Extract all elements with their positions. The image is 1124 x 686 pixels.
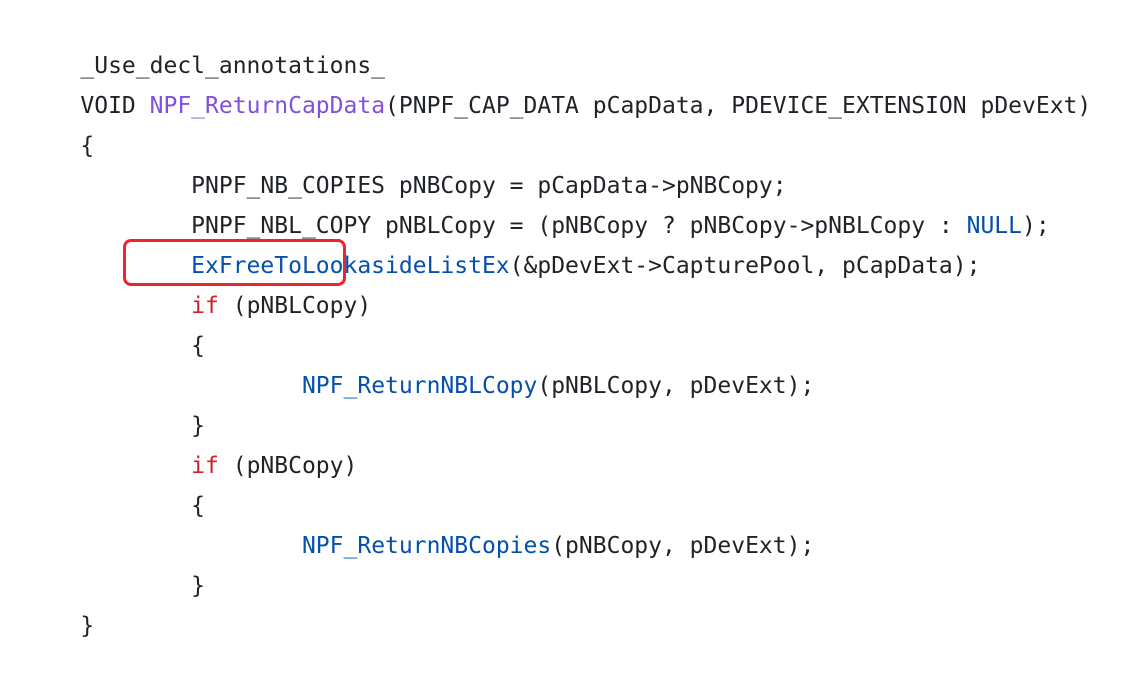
code-token: }: [80, 573, 206, 599]
code-token-function-call: NPF_ReturnNBCopies: [301, 533, 552, 559]
code-token: (pNBCopy): [218, 453, 358, 479]
code-line: if (pNBCopy): [25, 406, 357, 479]
code-token: (pNBCopy, pDevExt);: [551, 533, 815, 559]
code-token: (PNPF_CAP_DATA pCapData, PDEVICE_EXTENSI…: [385, 93, 1092, 119]
code-token: );: [1022, 213, 1050, 239]
code-line: }: [25, 526, 205, 599]
code-line: }: [25, 566, 94, 639]
code-token: }: [80, 613, 95, 639]
code-line: _Use_decl_annotations_: [25, 6, 385, 79]
code-token: (pNBLCopy, pDevExt);: [537, 373, 815, 399]
code-line: {: [25, 286, 205, 359]
code-token: (pNBLCopy): [218, 293, 372, 319]
code-token: (&pDevExt->CapturePool, pCapData);: [509, 253, 981, 279]
code-token-function-name: NPF_ReturnCapData: [149, 93, 386, 119]
code-token-function-call: NPF_ReturnNBLCopy: [301, 373, 538, 399]
code-line: }: [25, 366, 205, 439]
code-line: NPF_ReturnNBLCopy(pNBLCopy, pDevExt);: [25, 326, 814, 399]
code-view: _Use_decl_annotations_ VOID NPF_ReturnCa…: [0, 0, 1124, 639]
code-line: {: [25, 446, 205, 519]
highlight-annotation-box: [123, 239, 346, 286]
code-line: PNPF_NBL_COPY pNBLCopy = (pNBCopy ? pNBC…: [25, 166, 1050, 239]
code-line: VOID NPF_ReturnCapData(PNPF_CAP_DATA pCa…: [25, 46, 1091, 119]
code-line: {: [25, 86, 94, 159]
code-line: NPF_ReturnNBCopies(pNBCopy, pDevExt);: [25, 486, 814, 559]
code-line: PNPF_NB_COPIES pNBCopy = pCapData->pNBCo…: [25, 126, 786, 199]
